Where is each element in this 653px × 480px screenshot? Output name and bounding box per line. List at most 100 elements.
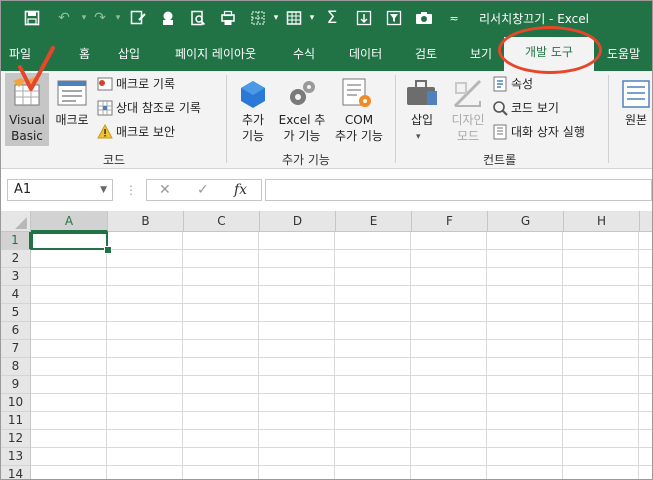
visual-basic-label-line2: Basic xyxy=(11,129,43,143)
tab-insert[interactable]: 삽입 xyxy=(118,45,140,62)
macro-security-label: 매크로 보안 xyxy=(116,125,176,139)
save-as-icon[interactable] xyxy=(127,7,149,29)
run-dialog-icon xyxy=(493,124,507,139)
row-header[interactable]: 4 xyxy=(1,286,31,304)
com-addins-icon[interactable] xyxy=(341,77,373,109)
row-header[interactable]: 13 xyxy=(1,448,31,466)
view-code-icon xyxy=(493,100,508,116)
formula-bar: A1 ▼ ⋮ ✕ ✓ fx xyxy=(1,169,652,211)
com-addins-label-line1: COM xyxy=(344,113,374,127)
formula-bar-splitter[interactable]: ⋮ xyxy=(125,183,137,197)
print-icon[interactable] xyxy=(217,7,239,29)
addins-label[interactable]: 추가 기능 xyxy=(233,112,273,144)
macro-security-button[interactable]: 매크로 보안 xyxy=(97,123,175,140)
visual-basic-label-line1: Visual xyxy=(9,113,45,127)
row-header[interactable]: 10 xyxy=(1,394,31,412)
tab-page-layout[interactable]: 페이지 레이아웃 xyxy=(175,45,256,62)
print-preview-icon[interactable] xyxy=(187,7,209,29)
insert-controls-label[interactable]: 삽입 xyxy=(405,112,439,128)
warning-icon xyxy=(97,123,113,138)
undo-icon[interactable]: ↶ xyxy=(53,7,75,29)
column-header[interactable] xyxy=(640,211,652,232)
active-cell-a1[interactable] xyxy=(31,232,108,250)
properties-label: 속성 xyxy=(511,77,534,91)
formula-input[interactable] xyxy=(265,179,652,201)
cell-area[interactable] xyxy=(31,232,652,479)
redo-dropdown-icon[interactable]: ▾ xyxy=(107,7,129,29)
select-all-corner[interactable] xyxy=(1,211,31,232)
addins-icon[interactable] xyxy=(238,79,268,109)
excel-addins-label[interactable]: Excel 추 가 기능 xyxy=(277,112,327,144)
fill-handle[interactable] xyxy=(104,246,112,254)
insert-function-icon[interactable]: fx xyxy=(234,182,247,198)
insert-dropdown-icon[interactable]: ▾ xyxy=(416,129,421,145)
row-header[interactable]: 5 xyxy=(1,304,31,322)
tab-data[interactable]: 데이터 xyxy=(349,45,382,62)
ribbon-developer: Visual Basic 매크로 매크로 기록 상대 참조로 기록 매크로 보안… xyxy=(1,71,652,169)
save-icon[interactable] xyxy=(21,7,43,29)
column-header[interactable]: F xyxy=(412,211,488,232)
publish-icon[interactable] xyxy=(157,7,179,29)
row-header[interactable]: 11 xyxy=(1,412,31,430)
window-title: 리서치창끄기 - Excel xyxy=(479,12,589,26)
row-header[interactable]: 3 xyxy=(1,268,31,286)
com-addins-label[interactable]: COM 추가 기능 xyxy=(331,112,387,144)
row-header[interactable]: 9 xyxy=(1,376,31,394)
filter-icon[interactable] xyxy=(383,7,405,29)
group-separator xyxy=(226,75,227,163)
view-code-label: 코드 보기 xyxy=(511,101,559,115)
column-header[interactable]: A xyxy=(31,211,108,232)
xml-source-label[interactable]: 원본 xyxy=(620,112,652,128)
record-macro-icon xyxy=(97,77,113,90)
column-header[interactable]: B xyxy=(108,211,184,232)
column-header[interactable]: E xyxy=(336,211,412,232)
relative-refs-button[interactable]: 상대 참조로 기록 xyxy=(97,99,201,116)
design-mode-label: 디자인 모드 xyxy=(448,112,488,144)
macros-icon[interactable] xyxy=(56,79,88,107)
xml-source-icon[interactable] xyxy=(621,79,651,109)
tab-review[interactable]: 검토 xyxy=(415,45,437,62)
row-header[interactable]: 7 xyxy=(1,340,31,358)
design-mode-icon xyxy=(453,79,482,108)
camera-icon[interactable] xyxy=(413,7,435,29)
formula-buttons: ✕ ✓ fx xyxy=(146,179,262,201)
cancel-icon[interactable]: ✕ xyxy=(159,182,171,198)
name-box[interactable]: A1 ▼ xyxy=(7,179,113,201)
properties-button[interactable]: 속성 xyxy=(492,75,533,92)
run-dialog-button[interactable]: 대화 상자 실행 xyxy=(492,123,585,140)
enter-icon[interactable]: ✓ xyxy=(197,182,209,198)
column-header[interactable]: H xyxy=(564,211,640,232)
view-code-button[interactable]: 코드 보기 xyxy=(492,99,559,116)
macros-label[interactable]: 매크로 xyxy=(51,112,93,128)
excel-addins-gear-icon[interactable] xyxy=(286,79,318,109)
row-header[interactable]: 8 xyxy=(1,358,31,376)
insert-controls-toolbox-icon[interactable] xyxy=(405,77,439,109)
name-box-dropdown-icon[interactable]: ▼ xyxy=(100,180,107,200)
group-separator xyxy=(608,75,609,163)
record-macro-button[interactable]: 매크로 기록 xyxy=(97,75,175,92)
relative-refs-icon xyxy=(97,100,113,115)
group-label-addins: 추가 기능 xyxy=(282,153,330,167)
autosum-icon[interactable]: Σ xyxy=(321,7,343,29)
customize-toolbar-icon[interactable]: ≂ xyxy=(443,7,465,29)
column-header[interactable]: G xyxy=(488,211,564,232)
row-header[interactable]: 1 xyxy=(1,232,31,250)
column-header[interactable]: C xyxy=(184,211,260,232)
tab-home[interactable]: 홈 xyxy=(79,45,90,62)
visual-basic-label: Visual Basic xyxy=(7,112,47,144)
row-header[interactable]: 2 xyxy=(1,250,31,268)
row-header[interactable]: 12 xyxy=(1,430,31,448)
com-addins-label-line2: 추가 기능 xyxy=(335,129,383,143)
record-macro-label: 매크로 기록 xyxy=(116,77,176,91)
properties-icon xyxy=(493,76,507,91)
tab-formulas[interactable]: 수식 xyxy=(293,45,315,62)
row-header[interactable]: 14 xyxy=(1,466,31,479)
excel-addins-label-line2: 가 기능 xyxy=(283,129,321,143)
sort-icon[interactable] xyxy=(353,7,375,29)
annotation-circle xyxy=(498,26,602,74)
tab-help[interactable]: 도움말 xyxy=(607,45,640,62)
row-header[interactable]: 6 xyxy=(1,322,31,340)
table-dropdown-icon[interactable]: ▾ xyxy=(301,7,323,29)
column-header[interactable]: D xyxy=(260,211,336,232)
tab-view[interactable]: 보기 xyxy=(470,45,492,62)
